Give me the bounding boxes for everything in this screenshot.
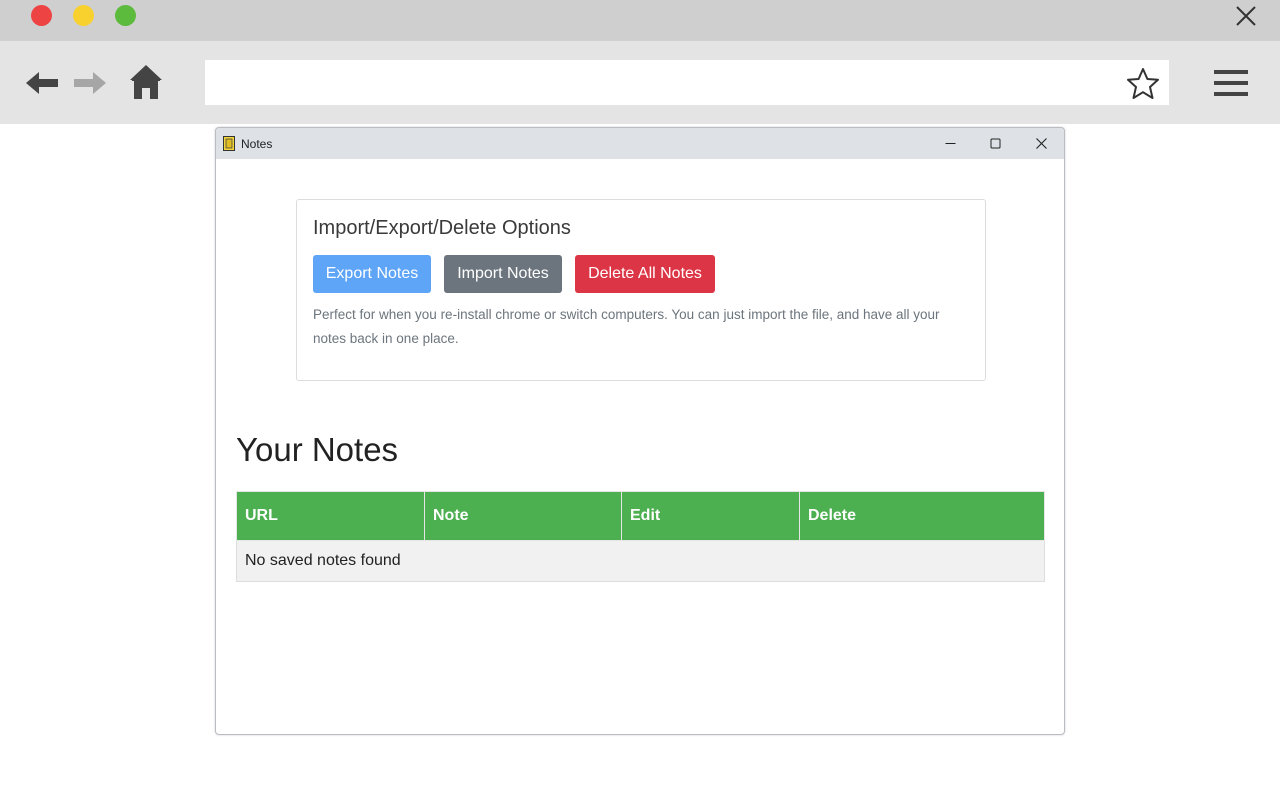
popup-titlebar: Notes bbox=[216, 128, 1064, 159]
empty-notes-message: No saved notes found bbox=[236, 540, 1045, 582]
maximize-icon bbox=[990, 138, 1001, 149]
notes-table: URL Note Edit Delete No saved notes foun… bbox=[236, 491, 1045, 582]
column-header-url: URL bbox=[236, 491, 425, 541]
minimize-icon bbox=[945, 143, 956, 144]
star-icon[interactable] bbox=[1126, 67, 1160, 101]
column-header-edit: Edit bbox=[621, 491, 800, 541]
notes-popup-window: Notes Import/Export/Delete Options Expor… bbox=[215, 127, 1065, 735]
column-header-delete: Delete bbox=[799, 491, 1045, 541]
browser-toolbar bbox=[0, 41, 1280, 124]
browser-titlebar bbox=[0, 0, 1280, 41]
window-maximize-dot[interactable] bbox=[115, 5, 136, 26]
window-close-dot[interactable] bbox=[31, 5, 52, 26]
popup-title: Notes bbox=[241, 137, 273, 151]
close-icon bbox=[1036, 138, 1047, 149]
window-minimize-dot[interactable] bbox=[73, 5, 94, 26]
notes-app-icon bbox=[223, 136, 235, 151]
options-title: Import/Export/Delete Options bbox=[313, 217, 571, 239]
address-bar[interactable] bbox=[205, 60, 1169, 105]
import-notes-button[interactable]: Import Notes bbox=[444, 255, 562, 293]
options-description: Perfect for when you re-install chrome o… bbox=[313, 307, 940, 346]
hamburger-menu-icon[interactable] bbox=[1213, 69, 1249, 97]
minimize-button[interactable] bbox=[928, 128, 974, 159]
options-card: Import/Export/Delete Options Export Note… bbox=[296, 199, 986, 381]
home-icon[interactable] bbox=[128, 63, 164, 101]
back-arrow-icon[interactable] bbox=[24, 67, 60, 99]
close-icon[interactable] bbox=[1234, 4, 1258, 28]
export-notes-button[interactable]: Export Notes bbox=[313, 255, 431, 293]
forward-arrow-icon[interactable] bbox=[72, 67, 108, 99]
delete-all-notes-button[interactable]: Delete All Notes bbox=[575, 255, 715, 293]
notes-heading: Your Notes bbox=[236, 431, 399, 468]
table-header-row: URL Note Edit Delete bbox=[236, 491, 1045, 541]
table-row: No saved notes found bbox=[236, 540, 1045, 582]
maximize-button[interactable] bbox=[973, 128, 1019, 159]
column-header-note: Note bbox=[424, 491, 622, 541]
popup-close-button[interactable] bbox=[1019, 128, 1064, 159]
